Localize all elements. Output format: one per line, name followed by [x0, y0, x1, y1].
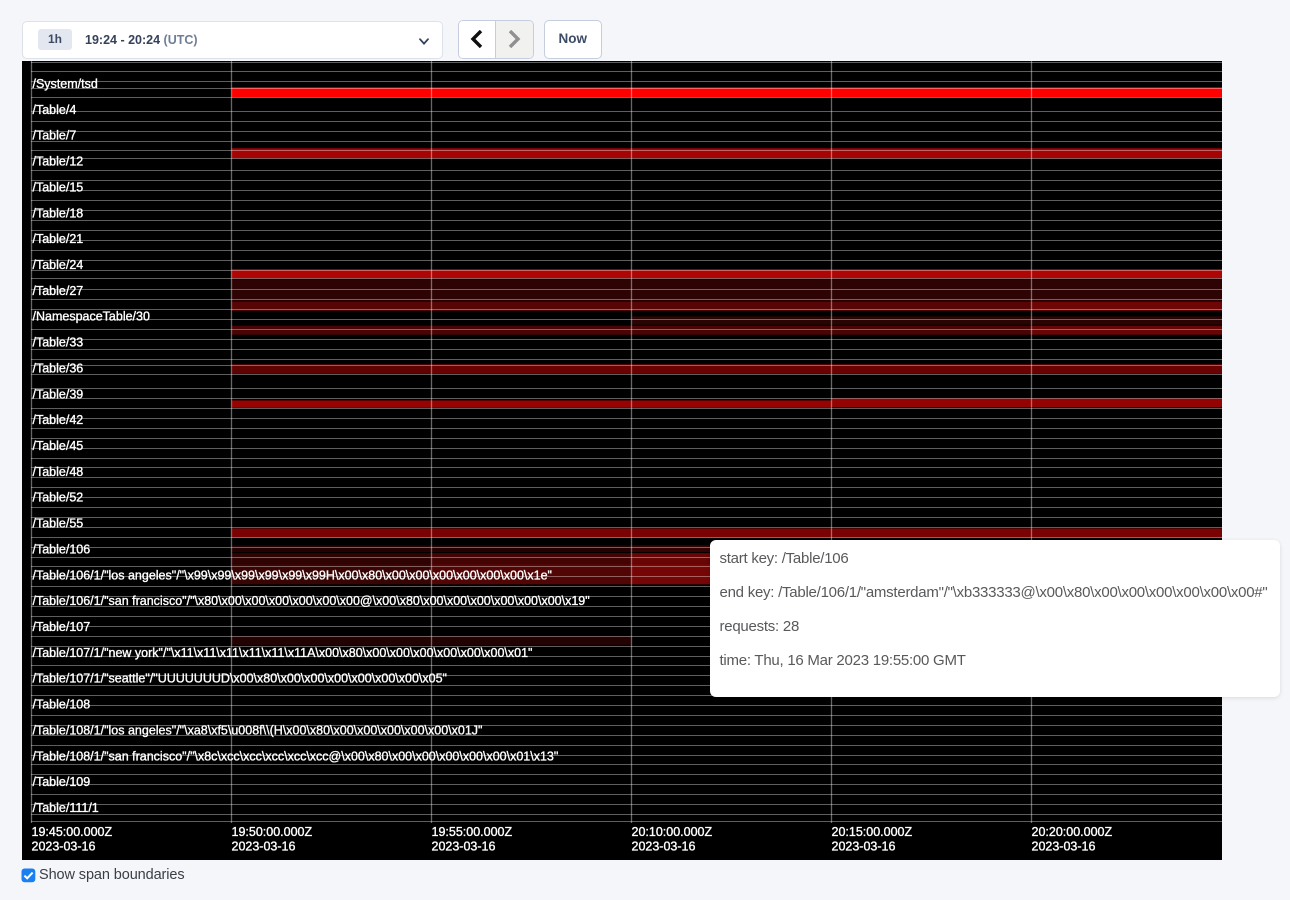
svg-text:/Table/108/1/"san francisco"/": /Table/108/1/"san francisco"/"\x8c\xcc\x… [32, 749, 558, 763]
svg-text:2023-03-16: 2023-03-16 [631, 839, 695, 853]
svg-text:19:55:00.000Z: 19:55:00.000Z [431, 825, 512, 839]
svg-text:2023-03-16: 2023-03-16 [1031, 839, 1095, 853]
svg-text:/Table/15: /Table/15 [32, 180, 83, 194]
svg-text:/Table/48: /Table/48 [32, 464, 83, 478]
svg-text:/Table/18: /Table/18 [32, 206, 83, 220]
svg-text:/Table/107/1/"new york"/"\x11\: /Table/107/1/"new york"/"\x11\x11\x11\x1… [32, 645, 532, 659]
svg-text:19:45:00.000Z: 19:45:00.000Z [31, 825, 112, 839]
svg-text:/Table/107/1/"seattle"/"UUUUUU: /Table/107/1/"seattle"/"UUUUUUUD\x00\x80… [32, 671, 447, 685]
svg-text:/Table/39: /Table/39 [32, 387, 83, 401]
svg-text:/Table/27: /Table/27 [32, 283, 83, 297]
svg-text:/Table/107: /Table/107 [32, 620, 90, 634]
svg-text:/System/tsd: /System/tsd [32, 77, 97, 91]
svg-text:/Table/108/1/"los angeles"/"\x: /Table/108/1/"los angeles"/"\xa8\xf5\u00… [32, 723, 482, 737]
svg-text:/Table/4: /Table/4 [32, 102, 76, 116]
svg-text:/Table/106/1/"san francisco"/": /Table/106/1/"san francisco"/"\x80\x00\x… [32, 594, 589, 608]
svg-text:20:20:00.000Z: 20:20:00.000Z [1031, 825, 1112, 839]
svg-text:/Table/12: /Table/12 [32, 154, 83, 168]
svg-text:2023-03-16: 2023-03-16 [231, 839, 295, 853]
svg-text:/Table/42: /Table/42 [32, 413, 83, 427]
svg-text:20:10:00.000Z: 20:10:00.000Z [631, 825, 712, 839]
svg-text:2023-03-16: 2023-03-16 [431, 839, 495, 853]
svg-text:/NamespaceTable/30: /NamespaceTable/30 [32, 309, 149, 323]
svg-text:/Table/24: /Table/24 [32, 258, 83, 272]
svg-text:/Table/106/1/"los angeles"/"\x: /Table/106/1/"los angeles"/"\x99\x99\x99… [32, 568, 551, 582]
svg-text:/Table/7: /Table/7 [32, 128, 76, 142]
svg-text:/Table/36: /Table/36 [32, 361, 83, 375]
svg-text:/Table/109: /Table/109 [32, 775, 90, 789]
svg-text:20:15:00.000Z: 20:15:00.000Z [831, 825, 912, 839]
svg-text:/Table/33: /Table/33 [32, 335, 83, 349]
svg-text:19:50:00.000Z: 19:50:00.000Z [231, 825, 312, 839]
svg-text:2023-03-16: 2023-03-16 [831, 839, 895, 853]
svg-text:/Table/111/1: /Table/111/1 [32, 801, 98, 815]
svg-text:/Table/55: /Table/55 [32, 516, 83, 530]
svg-text:/Table/106: /Table/106 [32, 542, 90, 556]
svg-text:/Table/45: /Table/45 [32, 439, 83, 453]
svg-text:/Table/21: /Table/21 [32, 232, 83, 246]
svg-text:/Table/108: /Table/108 [32, 697, 90, 711]
svg-text:2023-03-16: 2023-03-16 [31, 839, 95, 853]
svg-text:/Table/52: /Table/52 [32, 490, 83, 504]
